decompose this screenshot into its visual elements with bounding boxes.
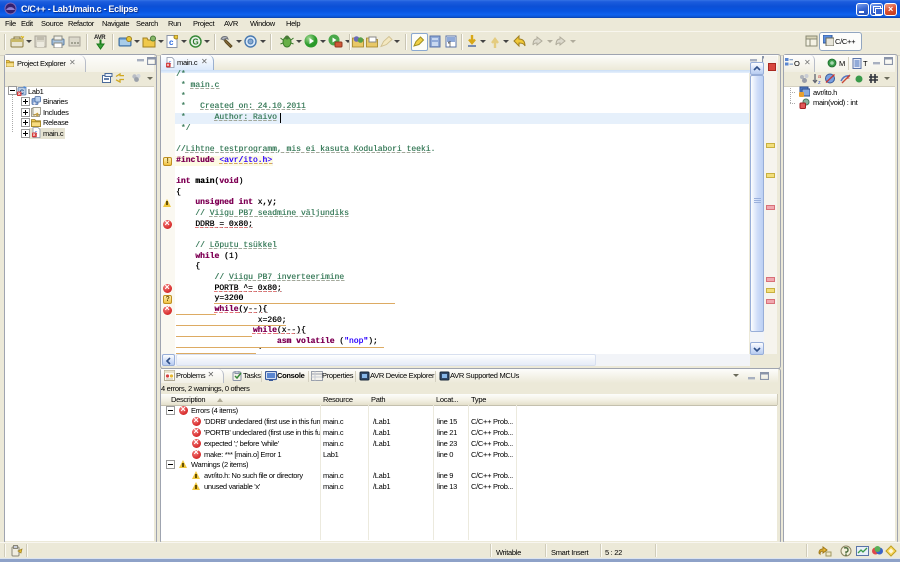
svg-text:¶: ¶ bbox=[448, 42, 451, 48]
svg-text:×: × bbox=[18, 91, 21, 96]
svg-text:×: × bbox=[33, 133, 36, 138]
svg-text:z: z bbox=[818, 80, 821, 84]
svg-text:G: G bbox=[193, 38, 199, 47]
